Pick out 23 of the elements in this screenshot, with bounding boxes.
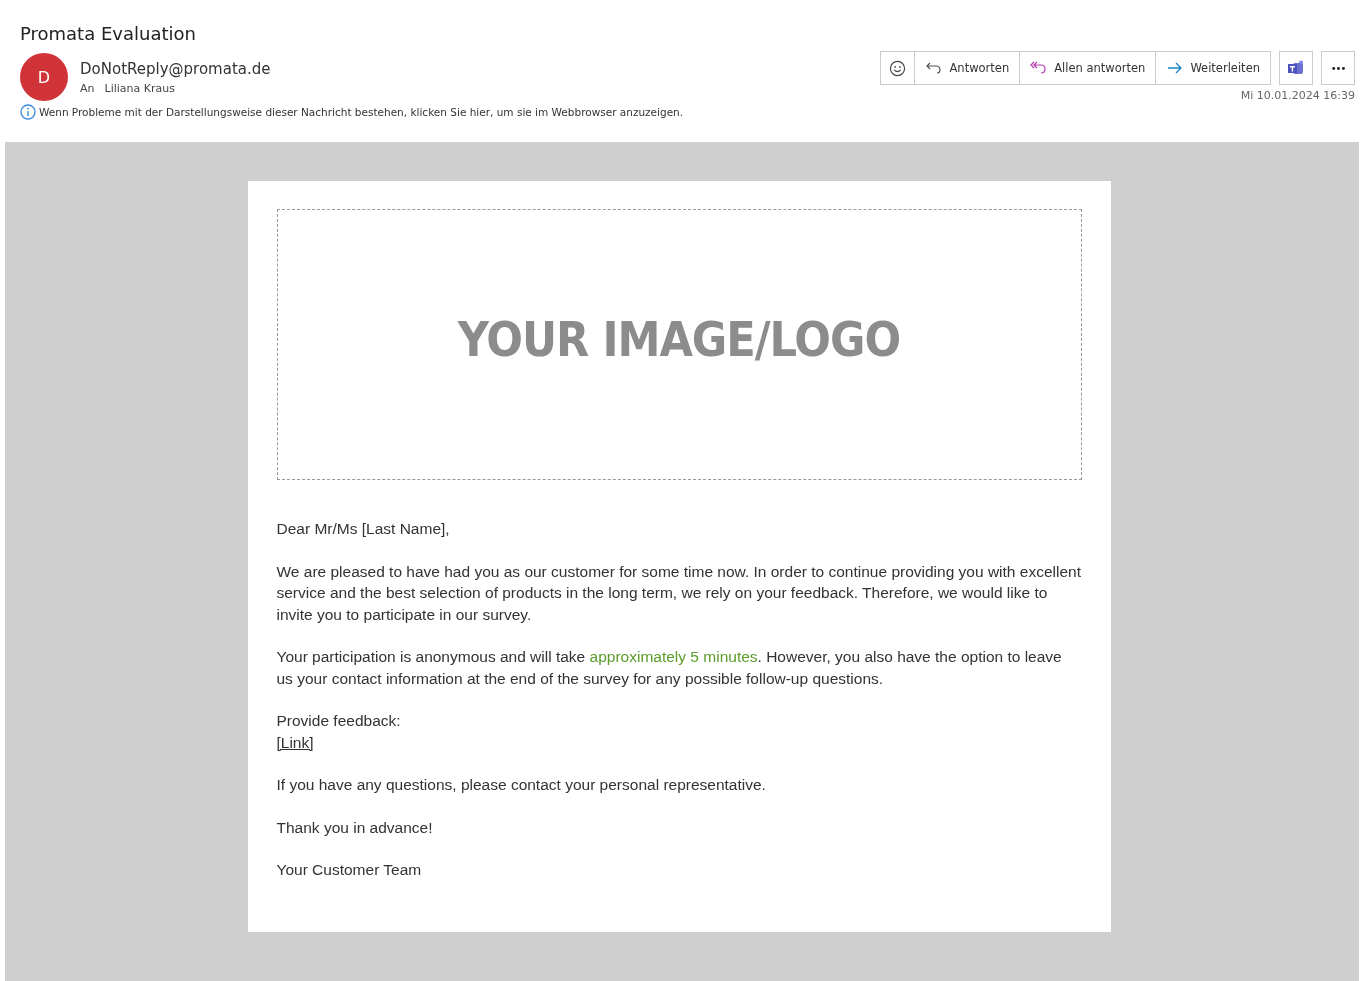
smiley-icon xyxy=(889,59,907,77)
body-paragraph: If you have any questions, please contact your personal representative. xyxy=(276,775,767,795)
email-subject: Promata Evaluation xyxy=(20,23,197,44)
reply-all-icon xyxy=(1030,61,1049,75)
sender-avatar: D xyxy=(20,53,68,101)
recipient-name: Liliana Kraus xyxy=(104,81,175,95)
teams-icon xyxy=(1287,60,1305,76)
feedback-link[interactable]: [Link] xyxy=(276,731,314,753)
body-paragraph: Your Customer Team xyxy=(276,860,423,880)
logo-placeholder-text: YOUR IMAGE/LOGO xyxy=(457,314,901,363)
feedback-label: Provide feedback: xyxy=(276,711,401,731)
more-button[interactable]: ••• xyxy=(1321,51,1355,85)
body-paragraph: Your participation is anonymous and will take approximately 5 minutes. However, you also have the option to leave us your contact information at the end of the survey for any possible follow-up questions. xyxy=(276,647,1063,689)
reply-icon xyxy=(925,61,944,75)
received-date: Mi 10.01.2024 16:39 xyxy=(1240,89,1355,102)
info-icon xyxy=(20,104,36,120)
teams-button[interactable] xyxy=(1279,51,1313,85)
info-message[interactable]: Wenn Probleme mit der Darstellungsweise dieser Nachricht bestehen, klicken Sie hier, um sie im Webbrowser anzuzeigen. xyxy=(39,106,684,118)
sender-address: DoNotReply@promata.de xyxy=(80,59,271,78)
body-paragraph: We are pleased to have had you as our customer for some time now. In order to continue providing you with excellent service and the best selection of products in the long term, we rely on your feedback. Therefore, we would like to invite you to participate in our survey. xyxy=(276,561,1082,625)
body-paragraph: Dear Mr/Ms [Last Name], xyxy=(276,519,451,539)
recipient-label: An xyxy=(80,81,95,95)
body-paragraph: Thank you in advance! xyxy=(276,817,434,838)
